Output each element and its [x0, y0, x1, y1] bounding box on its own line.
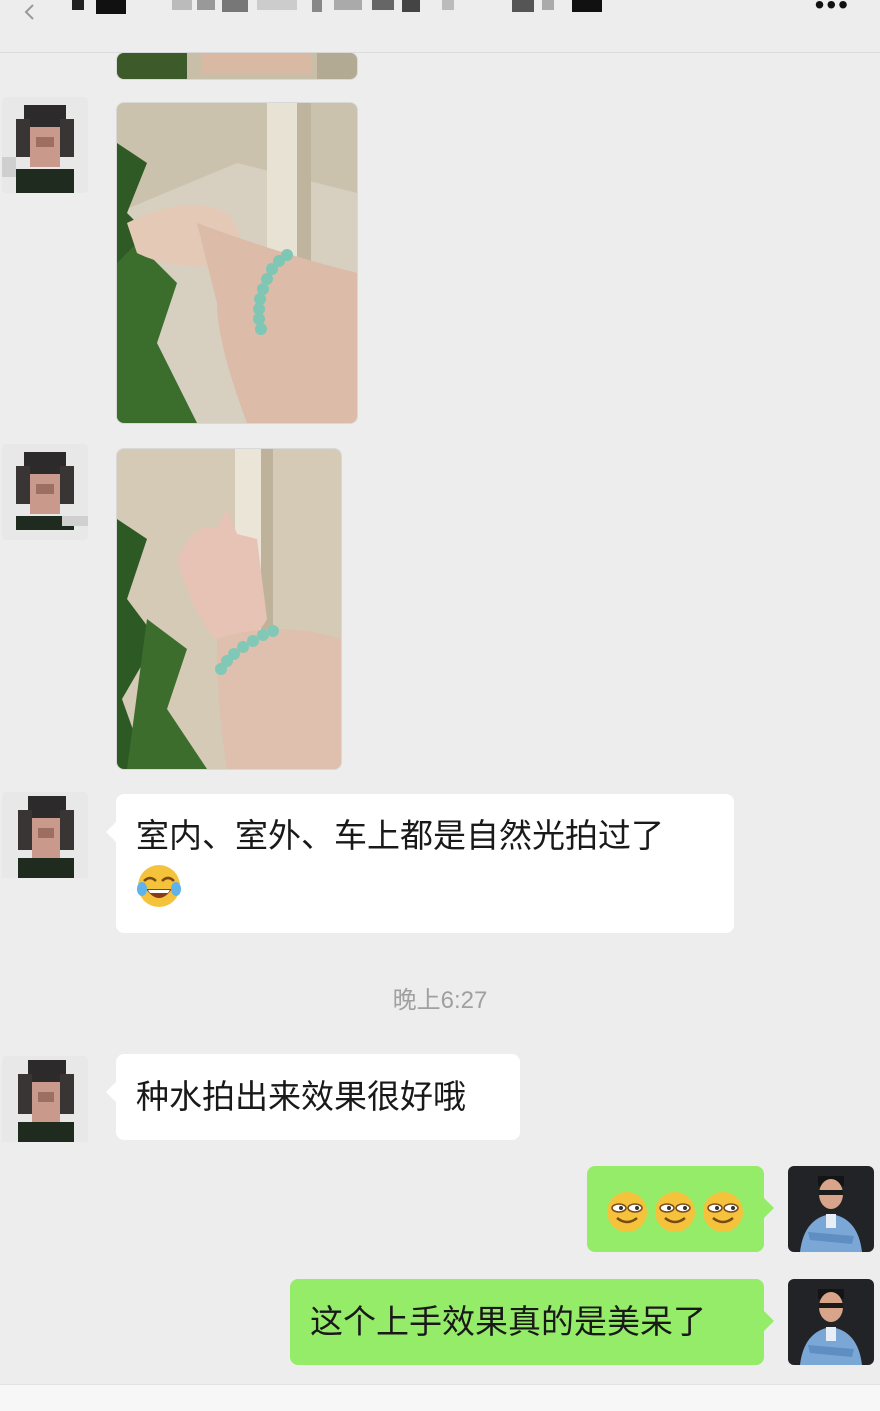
image-message-bracelet-hand[interactable] [116, 448, 342, 770]
image-message-partial[interactable] [116, 52, 358, 80]
grinning-emoji-icon [655, 1192, 695, 1233]
image-message-bracelet-wrist[interactable] [116, 102, 358, 424]
grinning-emoji-icon [607, 1192, 647, 1233]
avatar-contact[interactable] [2, 792, 88, 888]
text-message-bubble[interactable]: 这个上手效果真的是美呆了 [290, 1279, 774, 1365]
emoji-message-bubble[interactable] [587, 1166, 774, 1252]
input-bar[interactable] [0, 1384, 880, 1411]
avatar-self[interactable] [788, 1166, 874, 1252]
message-text: 种水拍出来效果很好哦 [136, 1078, 466, 1115]
text-message-bubble[interactable]: 种水拍出来效果很好哦 [106, 1054, 520, 1140]
chat-header: ••• [0, 0, 880, 53]
text-message-bubble[interactable]: 室内、室外、车上都是自然光拍过了 [106, 794, 734, 933]
chevron-left-icon[interactable] [22, 4, 38, 20]
avatar-contact[interactable] [2, 1056, 88, 1152]
grinning-emoji-icon [703, 1192, 743, 1233]
avatar-contact[interactable] [2, 444, 88, 540]
laughing-tears-emoji-icon [137, 865, 181, 908]
message-text: 这个上手效果真的是美呆了 [310, 1303, 706, 1340]
avatar-contact[interactable] [2, 97, 88, 193]
message-timestamp: 晚上6:27 [392, 987, 488, 1014]
more-dots-icon[interactable]: ••• [815, 0, 850, 19]
avatar-self[interactable] [788, 1279, 874, 1365]
chat-title-redacted [72, 0, 602, 14]
message-text: 室内、室外、车上都是自然光拍过了 [136, 817, 664, 854]
